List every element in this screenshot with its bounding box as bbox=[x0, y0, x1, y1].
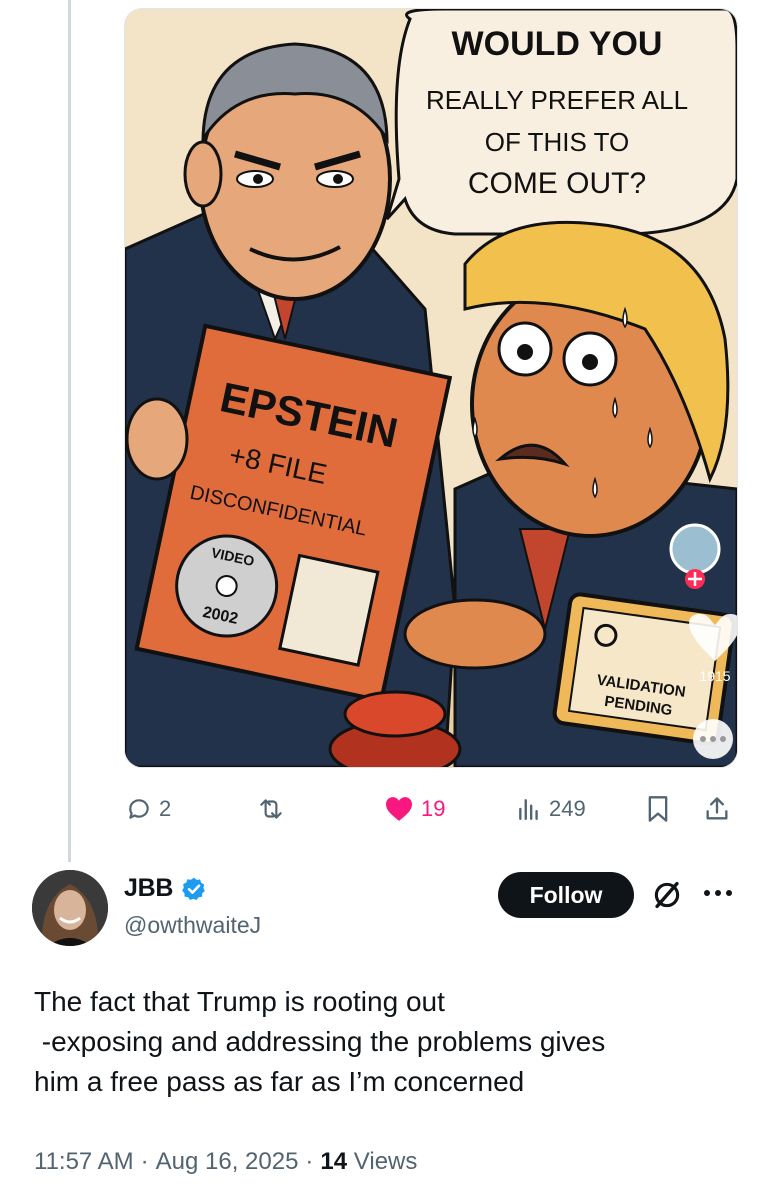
heart-icon bbox=[386, 797, 412, 821]
tweet-time[interactable]: 11:57 AM bbox=[34, 1148, 134, 1176]
avatar[interactable] bbox=[32, 870, 108, 946]
avatar-photo bbox=[32, 870, 108, 946]
tweet-views: 14 Views bbox=[320, 1148, 417, 1176]
author-name[interactable]: JBB bbox=[124, 874, 173, 903]
tweet-meta: 11:57 AM · Aug 16, 2025 · 14 Views bbox=[34, 1148, 417, 1176]
share-button[interactable] bbox=[703, 782, 731, 836]
speech-line-4: COME OUT? bbox=[468, 167, 646, 200]
cartoon-illustration: WOULD YOU REALLY PREFER ALL OF THIS TO C… bbox=[125, 9, 737, 767]
more-options-icon[interactable] bbox=[700, 878, 736, 913]
author-handle[interactable]: @owthwaiteJ bbox=[124, 912, 261, 939]
speech-line-1: WOULD YOU bbox=[452, 25, 663, 63]
tweet-action-bar: 2 19 249 bbox=[0, 782, 769, 836]
speech-line-3: OF THIS TO bbox=[485, 127, 629, 157]
grok-icon[interactable] bbox=[650, 878, 684, 917]
tweet-views-count: 14 bbox=[320, 1148, 348, 1175]
tweet-date[interactable]: Aug 16, 2025 bbox=[156, 1148, 299, 1176]
bookmark-icon bbox=[648, 796, 668, 822]
overlay-count: 1915 bbox=[699, 668, 730, 684]
tweet-text: The fact that Trump is rooting out -expo… bbox=[34, 982, 744, 1102]
bookmark-button[interactable] bbox=[646, 782, 670, 836]
author-name-row: JBB bbox=[124, 874, 207, 903]
like-count: 19 bbox=[421, 796, 446, 821]
tweet-media-image[interactable]: WOULD YOU REALLY PREFER ALL OF THIS TO C… bbox=[124, 8, 738, 768]
view-count: 249 bbox=[549, 796, 586, 821]
like-button[interactable]: 19 bbox=[384, 782, 445, 836]
follow-button[interactable]: Follow bbox=[498, 872, 634, 918]
share-icon bbox=[706, 797, 728, 820]
reply-count: 2 bbox=[159, 796, 172, 821]
speech-line-2: REALLY PREFER ALL bbox=[426, 85, 688, 115]
meta-separator: · bbox=[305, 1148, 314, 1175]
views-button[interactable]: 249 bbox=[516, 782, 586, 836]
tweet-views-label: Views bbox=[353, 1148, 418, 1175]
tweet-text-line: him a free pass as far as I’m concerned bbox=[34, 1066, 525, 1097]
reply-icon bbox=[129, 799, 149, 819]
reply-button[interactable]: 2 bbox=[126, 782, 171, 836]
meta-separator: · bbox=[140, 1148, 149, 1175]
repost-button[interactable] bbox=[256, 782, 293, 836]
overlay-avatar-icon bbox=[669, 523, 721, 575]
tweet-text-line: -exposing and addressing the problems gi… bbox=[34, 1026, 606, 1057]
repost-icon bbox=[260, 799, 282, 819]
views-icon bbox=[519, 799, 538, 820]
verified-badge-icon bbox=[182, 877, 205, 900]
tweet-text-line: The fact that Trump is rooting out bbox=[34, 986, 445, 1017]
thread-connector-line bbox=[68, 0, 71, 862]
